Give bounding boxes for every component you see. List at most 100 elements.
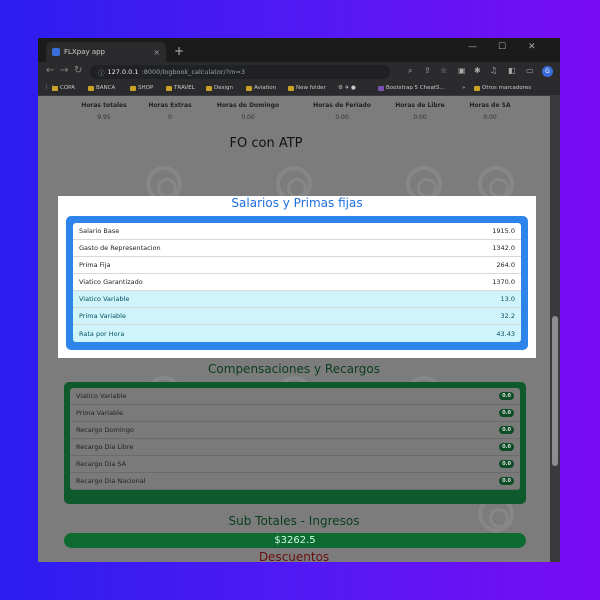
- compensacion-row-value: 0.0: [499, 477, 514, 485]
- compensacion-row-value: 0.0: [499, 426, 514, 434]
- zoom-icon[interactable]: ⌕: [408, 66, 412, 76]
- url-path: :8000/logbook_calculator/?m=3: [141, 68, 246, 76]
- salario-row-label: Gasto de Representacion: [79, 244, 161, 252]
- salario-row-label: Viatico Variable: [79, 295, 130, 303]
- bookmark-shop[interactable]: SHOP: [130, 85, 153, 91]
- compensacion-row: Recargo Dia Libre 0.0: [70, 439, 520, 456]
- hours-value: 0.00: [241, 114, 255, 121]
- salario-row: Rata por Hora 43.43: [73, 325, 521, 342]
- info-icon: ⓘ: [98, 69, 105, 77]
- sidepanel-icon[interactable]: ◧: [508, 66, 516, 75]
- cast-icon[interactable]: ▭: [526, 66, 534, 75]
- extension-icon[interactable]: ▣: [458, 66, 466, 75]
- browser-window: FLXpay app × + — ☐ ✕ ← → ↻ ⓘ 127.0.0.1:8…: [38, 38, 560, 562]
- media-icon[interactable]: ♫: [490, 66, 497, 75]
- minimize-icon[interactable]: —: [468, 42, 477, 52]
- salario-row-label: Rata por Hora: [79, 329, 125, 338]
- address-bar[interactable]: ⓘ 127.0.0.1:8000/logbook_calculator/?m=3: [90, 65, 390, 79]
- salario-row-value: 43.43: [496, 329, 515, 338]
- scrollbar-thumb[interactable]: [552, 316, 558, 466]
- reload-icon[interactable]: ↻: [74, 65, 82, 76]
- browser-tab[interactable]: FLXpay app ×: [46, 42, 166, 62]
- folder-icon: [166, 85, 172, 91]
- maximize-icon[interactable]: ☐: [498, 42, 506, 52]
- folder-icon: [246, 85, 252, 91]
- bootstrap-icon: [378, 85, 384, 91]
- salarios-title: Salarios y Primas fijas: [231, 196, 363, 210]
- salario-row-value: 13.0: [500, 295, 515, 303]
- compensacion-row-label: Recargo Dia Libre: [76, 443, 134, 451]
- hours-value: 0.00: [335, 114, 349, 121]
- compensacion-row: Prima Variable 0.0: [70, 405, 520, 422]
- back-icon[interactable]: ←: [46, 65, 54, 76]
- salario-row: Prima Fija 264.0: [73, 257, 521, 274]
- bookmark-design[interactable]: Design: [206, 85, 233, 91]
- compensacion-row: Viatico Variable 0.0: [70, 388, 520, 405]
- bookmark-label: Otros marcadores: [482, 85, 532, 91]
- puzzle-icon[interactable]: ✱: [474, 66, 481, 75]
- star-icon[interactable]: ☆: [440, 66, 447, 75]
- bookmark-copa[interactable]: COPA: [52, 85, 75, 91]
- bookmark-banca[interactable]: BANCA: [88, 85, 115, 91]
- compensacion-row-label: Viatico Variable: [76, 392, 127, 400]
- page-content: Horas totales Horas Extras Horas de Domi…: [38, 96, 550, 562]
- compensacion-row: Recargo Dia SA 0.0: [70, 456, 520, 473]
- hours-header: Horas de Domingo: [216, 102, 280, 109]
- hours-table: Horas totales Horas Extras Horas de Domi…: [38, 96, 550, 126]
- salario-row-value: 264.0: [496, 261, 515, 269]
- salario-row-label: Viatico Garantizado: [79, 278, 143, 286]
- tab-strip: FLXpay app × + — ☐ ✕: [38, 38, 560, 62]
- salario-row-label: Prima Variable: [79, 312, 126, 320]
- favicon-icon: [52, 48, 60, 56]
- hours-value: 0.00: [483, 114, 497, 121]
- forward-icon[interactable]: →: [60, 65, 68, 76]
- hours-header: Horas de Libre: [395, 102, 445, 109]
- bookmark-label: COPA: [60, 85, 75, 91]
- bookmarks-bar: ⋮⋮ COPA BANCA SHOP TRAVEL Design Aviatio…: [38, 82, 560, 96]
- close-window-icon[interactable]: ✕: [528, 42, 536, 52]
- folder-icon: [474, 85, 480, 91]
- salarios-card: Salario Base 1915.0 Gasto de Representacio…: [66, 216, 528, 350]
- salario-row-value: 1915.0: [492, 227, 515, 235]
- folder-icon: [288, 85, 294, 91]
- bookmark-travel[interactable]: TRAVEL: [166, 85, 195, 91]
- compensacion-row-label: Prima Variable: [76, 409, 123, 417]
- compensacion-row-value: 0.0: [499, 460, 514, 468]
- new-tab-button[interactable]: +: [174, 44, 184, 58]
- salario-row: Viatico Variable 13.0: [73, 291, 521, 308]
- salarios-list: Salario Base 1915.0 Gasto de Representacio…: [73, 223, 521, 342]
- compensacion-row-label: Recargo Domingo: [76, 426, 134, 434]
- compensacion-row: Recargo Dia Nacional 0.0: [70, 473, 520, 490]
- salarios-section: Salarios y Primas fijas Salario Base 1915…: [58, 196, 536, 358]
- salario-row-label: Prima Fija: [79, 261, 111, 269]
- more-bookmarks-icon[interactable]: »: [462, 85, 465, 91]
- compensacion-row-label: Recargo Dia Nacional: [76, 477, 146, 485]
- compensacion-row-label: Recargo Dia SA: [76, 460, 127, 468]
- scrollbar[interactable]: [550, 96, 560, 562]
- profile-avatar[interactable]: G: [542, 66, 553, 77]
- folder-icon: [88, 85, 94, 91]
- tab-close-icon[interactable]: ×: [153, 48, 160, 57]
- share-icon[interactable]: ⇪: [424, 66, 431, 75]
- descuentos-title: Descuentos: [258, 550, 330, 562]
- bookmark-misc-icons[interactable]: ⚙ ✈ ●: [338, 85, 356, 91]
- hours-header: Horas Extras: [148, 102, 192, 109]
- folder-icon: [130, 85, 136, 91]
- hours-value: 0.00: [413, 114, 427, 121]
- salario-row-value: 32.2: [500, 312, 515, 320]
- bookmark-otros[interactable]: Otros marcadores: [474, 85, 531, 91]
- hours-header: Horas de Feriado: [313, 102, 371, 109]
- folder-icon: [52, 85, 58, 91]
- bookmark-new-folder[interactable]: New folder: [288, 85, 326, 91]
- compensacion-row-value: 0.0: [499, 443, 514, 451]
- bookmark-aviation[interactable]: Aviation: [246, 85, 276, 91]
- compensaciones-title: Compensaciones y Recargos: [208, 362, 380, 376]
- bookmark-label: TRAVEL: [174, 85, 195, 91]
- bookmark-label: New folder: [296, 85, 326, 91]
- bookmark-label: BANCA: [96, 85, 116, 91]
- salario-row-value: 1370.0: [492, 278, 515, 286]
- folder-icon: [206, 85, 212, 91]
- subtotales-title: Sub Totales - Ingresos: [228, 514, 360, 528]
- browser-toolbar: ← → ↻ ⓘ 127.0.0.1:8000/logbook_calculato…: [38, 62, 560, 82]
- bookmark-bootstrap[interactable]: Bootstrap 5 CheatS...: [378, 85, 445, 91]
